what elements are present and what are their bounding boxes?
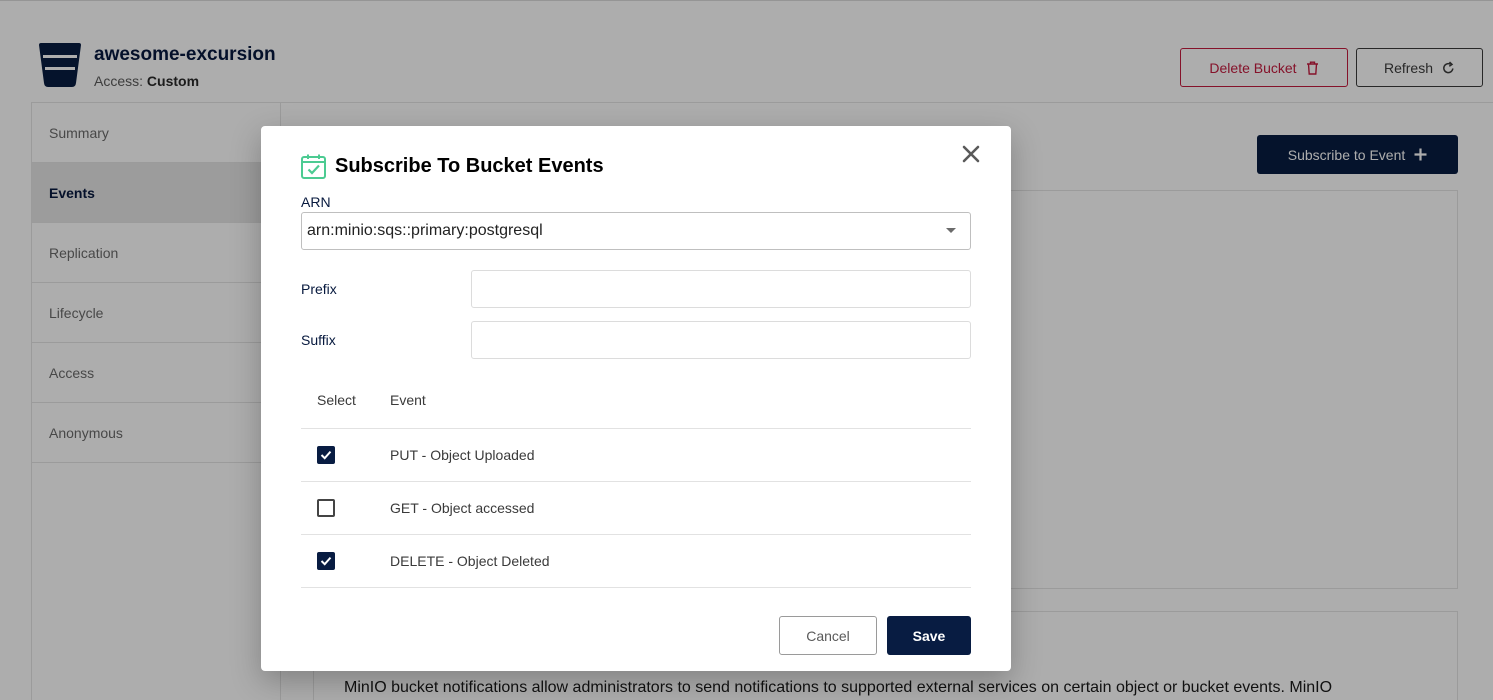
cancel-button[interactable]: Cancel: [779, 616, 877, 655]
get-event-label: GET - Object accessed: [390, 500, 535, 516]
subscribe-events-modal: Subscribe To Bucket Events ARN arn:minio…: [261, 126, 1011, 671]
events-table: Select Event PUT - Object Uploaded GET -…: [301, 375, 971, 588]
arn-select[interactable]: arn:minio:sqs::primary:postgresql: [301, 212, 971, 250]
delete-event-label: DELETE - Object Deleted: [390, 553, 550, 569]
modal-title: Subscribe To Bucket Events: [335, 155, 604, 177]
prefix-label: Prefix: [301, 281, 337, 297]
calendar-check-icon: [301, 154, 326, 179]
events-table-header: Select Event: [301, 375, 971, 429]
check-icon: [320, 556, 332, 566]
check-icon: [320, 450, 332, 460]
save-button[interactable]: Save: [887, 616, 971, 655]
table-row[interactable]: DELETE - Object Deleted: [301, 535, 971, 588]
close-icon[interactable]: [960, 143, 982, 165]
table-row[interactable]: GET - Object accessed: [301, 482, 971, 535]
suffix-label: Suffix: [301, 332, 336, 348]
put-event-checkbox[interactable]: [317, 446, 335, 464]
arn-label: ARN: [301, 194, 331, 210]
get-event-checkbox[interactable]: [317, 499, 335, 517]
column-header-select: Select: [317, 392, 356, 408]
suffix-input[interactable]: [471, 321, 971, 359]
column-header-event: Event: [390, 392, 426, 408]
chevron-down-icon: [946, 228, 956, 233]
delete-event-checkbox[interactable]: [317, 552, 335, 570]
put-event-label: PUT - Object Uploaded: [390, 447, 535, 463]
arn-selected-value: arn:minio:sqs::primary:postgresql: [307, 222, 543, 239]
prefix-input[interactable]: [471, 270, 971, 308]
table-row[interactable]: PUT - Object Uploaded: [301, 429, 971, 482]
